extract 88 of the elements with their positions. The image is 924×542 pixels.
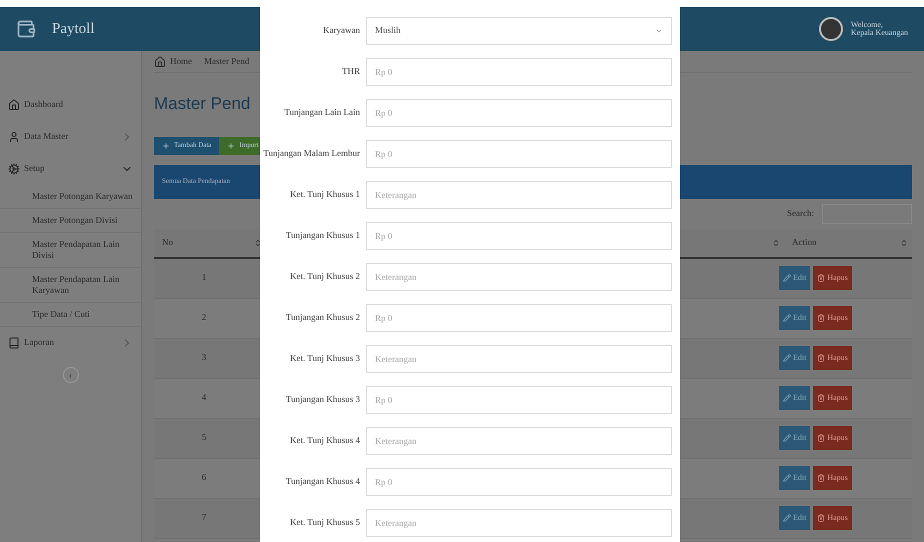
field-label: Ket. Tunj Khusus 4 — [288, 434, 361, 447]
field-label: Tunjangan Khusus 2 — [284, 311, 361, 324]
avatar[interactable] — [818, 17, 843, 41]
field-label: Ket. Tunj Khusus 5 — [288, 516, 361, 529]
trash-icon — [817, 394, 826, 402]
input-field[interactable]: Rp 0 — [366, 58, 672, 86]
pencil-icon — [783, 514, 791, 522]
pencil-icon — [783, 394, 791, 402]
submenu-item[interactable]: Tipe Data / Cuti — [0, 303, 141, 327]
delete-button[interactable]: Hapus — [813, 506, 852, 530]
field-label: THR — [341, 65, 361, 78]
input-field[interactable]: Rp 0 — [366, 99, 672, 127]
trash-icon — [817, 434, 826, 442]
field-label: Tunjangan Lain Lain — [283, 106, 361, 119]
breadcrumb-link[interactable]: Master Pend — [204, 54, 250, 68]
sort-icon — [254, 238, 262, 246]
table-cell-text: 4 — [200, 391, 208, 404]
table-cell-text: 6 — [200, 471, 208, 484]
trash-icon — [817, 314, 826, 322]
input-field[interactable]: Keterangan — [366, 263, 672, 291]
table-cell-text: 5 — [200, 431, 208, 444]
delete-button[interactable]: Hapus — [813, 386, 852, 410]
edit-button[interactable]: Edit — [779, 346, 810, 370]
submenu-item[interactable]: Master Pendapatan Lain Divisi — [0, 233, 141, 268]
trash-icon — [817, 274, 826, 282]
submenu-item[interactable]: Master Potongan Divisi — [0, 209, 141, 233]
edit-button[interactable]: Edit — [779, 386, 810, 410]
caret-icon — [655, 27, 663, 35]
pencil-icon — [783, 314, 791, 322]
edit-button[interactable]: Edit — [779, 426, 810, 450]
sidebar-item[interactable]: Data Master — [0, 121, 141, 153]
edit-button[interactable]: Edit — [779, 466, 810, 490]
user-name: Kepala Keuangan — [850, 29, 908, 37]
column-header[interactable]: Action — [780, 236, 900, 250]
table-cell-text: 7 — [200, 511, 208, 524]
input-field[interactable]: Keterangan — [366, 427, 672, 455]
sidebar-item[interactable]: Laporan — [0, 327, 141, 359]
input-field[interactable]: Rp 0 — [366, 222, 672, 250]
edit-button[interactable]: Edit — [779, 266, 810, 290]
sort-icon — [772, 238, 780, 246]
trash-icon — [817, 354, 826, 362]
input-field[interactable]: Keterangan — [366, 345, 672, 373]
input-field[interactable]: Rp 0 — [366, 304, 672, 332]
field-label: Karyawan — [322, 24, 361, 37]
search-label: Search: — [787, 206, 814, 220]
input-field[interactable]: Keterangan — [366, 181, 672, 209]
field-label: Ket. Tunj Khusus 1 — [288, 188, 361, 201]
delete-button[interactable]: Hapus — [813, 426, 852, 450]
table-cell-text: 3 — [200, 351, 208, 364]
plus-icon — [162, 142, 170, 150]
trash-icon — [817, 514, 826, 522]
input-field[interactable]: Rp 0 — [366, 386, 672, 414]
brand-name: Paytoll — [52, 20, 95, 39]
trash-icon — [817, 474, 826, 482]
submenu-item[interactable]: Master Potongan Karyawan — [0, 185, 141, 209]
delete-button[interactable]: Hapus — [813, 306, 852, 330]
pencil-icon — [783, 274, 791, 282]
edit-button[interactable]: Edit — [779, 306, 810, 330]
plus-icon — [227, 142, 236, 150]
input-field[interactable]: Rp 0 — [366, 468, 672, 496]
delete-button[interactable]: Hapus — [813, 466, 852, 490]
field-label: Ket. Tunj Khusus 2 — [288, 270, 361, 283]
pencil-icon — [783, 354, 791, 362]
logo-icon — [16, 19, 36, 39]
submenu-item[interactable]: Master Pendapatan Lain Karyawan — [0, 268, 141, 303]
field-label: Tunjangan Khusus 1 — [284, 229, 361, 242]
input-field[interactable]: Rp 0 — [366, 140, 672, 168]
delete-button[interactable]: Hapus — [813, 266, 852, 290]
home-icon — [154, 56, 166, 68]
user-greeting: Welcome, — [850, 21, 884, 29]
table-cell-text: 1 — [200, 271, 208, 284]
delete-button[interactable]: Hapus — [813, 346, 852, 370]
input-field[interactable]: Keterangan — [366, 509, 672, 537]
field-label: Ket. Tunj Khusus 3 — [288, 352, 361, 365]
sort-icon — [900, 238, 908, 246]
edit-button[interactable]: Edit — [779, 506, 810, 530]
sidebar-item[interactable]: Dashboard — [0, 89, 141, 121]
pencil-icon — [783, 474, 791, 482]
field-label: Tunjangan Khusus 3 — [284, 393, 361, 406]
collapse-button[interactable]: ‹ — [62, 367, 78, 383]
breadcrumb-link[interactable]: Home — [170, 54, 192, 68]
page-title: Master Pend — [154, 93, 250, 115]
pencil-icon — [783, 434, 791, 442]
sidebar-item[interactable]: Setup — [0, 153, 141, 185]
table-cell-text: 2 — [200, 311, 208, 324]
select-field[interactable]: Muslih — [366, 17, 672, 45]
field-label: Tunjangan Khusus 4 — [284, 475, 361, 488]
column-header[interactable]: No — [154, 236, 254, 250]
